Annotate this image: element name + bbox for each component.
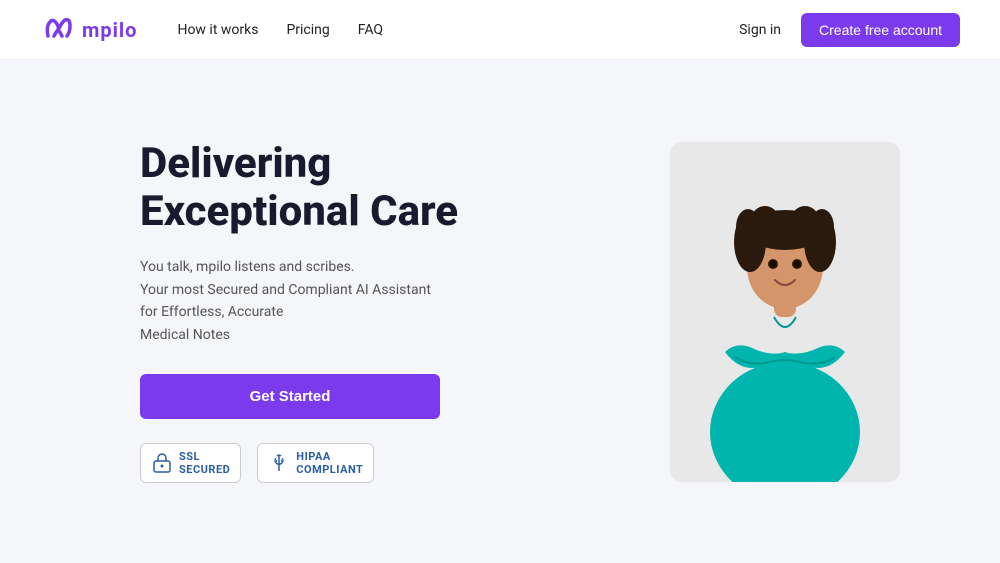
create-account-button[interactable]: Create free account (801, 13, 960, 47)
hero-subtext-line1: You talk, mpilo listens and scribes. (140, 259, 355, 275)
nav-pricing[interactable]: Pricing (286, 22, 329, 38)
hero-subtext-line3: Medical Notes (140, 327, 230, 343)
trust-badges: SSL SECURED HIPAA COMPLIANT (140, 443, 610, 483)
hero-subtext: You talk, mpilo listens and scribes. You… (140, 256, 440, 346)
navbar: mpilo How it works Pricing FAQ Sign in C… (0, 0, 1000, 60)
hero-text-section: Delivering Exceptional Care You talk, mp… (140, 140, 610, 484)
hero-heading-line1: Delivering (140, 139, 331, 188)
ssl-badge: SSL SECURED (140, 443, 241, 483)
hipaa-badge: HIPAA COMPLIANT (257, 443, 374, 483)
get-started-button[interactable]: Get Started (140, 374, 440, 419)
hipaa-badge-text: HIPAA COMPLIANT (296, 450, 363, 476)
main-content: Delivering Exceptional Care You talk, mp… (0, 60, 1000, 563)
hero-heading-line2: Exceptional Care (140, 187, 458, 236)
doctor-illustration (670, 142, 900, 482)
hero-heading: Delivering Exceptional Care (140, 140, 610, 237)
logo[interactable]: mpilo (40, 16, 137, 44)
hero-subtext-line2: Your most Secured and Compliant AI Assis… (140, 282, 431, 320)
hero-image (670, 142, 900, 482)
nav-faq[interactable]: FAQ (358, 22, 383, 38)
nav-links: How it works Pricing FAQ (177, 22, 739, 38)
ssl-icon (151, 452, 173, 474)
caduceus-icon (268, 452, 290, 474)
logo-text: mpilo (82, 18, 137, 42)
sign-in-link[interactable]: Sign in (739, 22, 781, 38)
nav-right: Sign in Create free account (739, 13, 960, 47)
ssl-badge-text: SSL SECURED (179, 450, 230, 476)
nav-how-it-works[interactable]: How it works (177, 22, 258, 38)
logo-icon (40, 16, 76, 44)
